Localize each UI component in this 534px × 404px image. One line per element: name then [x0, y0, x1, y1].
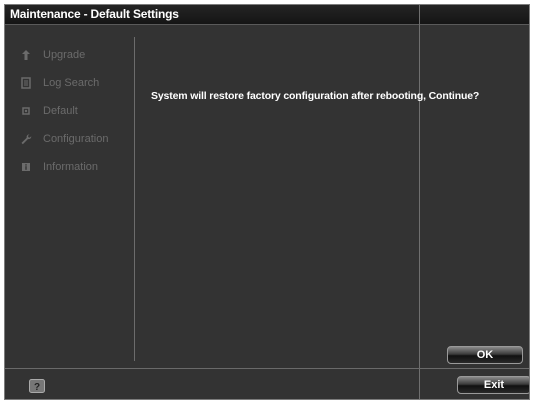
sidebar-divider: [134, 37, 135, 361]
window-title: Maintenance - Default Settings: [10, 7, 179, 21]
sidebar-item-label: Upgrade: [43, 49, 86, 61]
help-button[interactable]: ?: [29, 379, 45, 393]
title-bar: Maintenance - Default Settings: [5, 5, 529, 25]
footer-divider: [5, 368, 529, 369]
info-icon: [19, 160, 33, 174]
scanline-artifact: [419, 5, 420, 399]
sidebar-item-label: Configuration: [43, 133, 109, 145]
exit-button[interactable]: Exit: [457, 376, 529, 394]
wrench-icon: [19, 132, 33, 146]
maintenance-window: Maintenance - Default Settings Upgrade L…: [4, 4, 530, 400]
sidebar-item-label: Log Search: [43, 77, 100, 89]
svg-text:?: ?: [34, 382, 40, 393]
help-icon: ?: [29, 379, 45, 397]
sidebar-item-configuration[interactable]: Configuration: [19, 131, 108, 147]
sidebar-item-log-search[interactable]: Log Search: [19, 75, 99, 91]
ok-button[interactable]: OK: [447, 346, 523, 364]
sidebar: Upgrade Log Search Default Configuration…: [5, 25, 133, 363]
sidebar-item-label: Information: [43, 161, 99, 173]
sidebar-item-default[interactable]: Default: [19, 103, 78, 119]
default-icon: [19, 104, 33, 118]
confirm-message: System will restore factory configuratio…: [151, 90, 480, 102]
upload-arrow-icon: [19, 48, 33, 62]
sidebar-item-information[interactable]: Information: [19, 159, 98, 175]
sidebar-item-upgrade[interactable]: Upgrade: [19, 47, 85, 63]
document-icon: [19, 76, 33, 90]
sidebar-item-label: Default: [43, 105, 78, 117]
